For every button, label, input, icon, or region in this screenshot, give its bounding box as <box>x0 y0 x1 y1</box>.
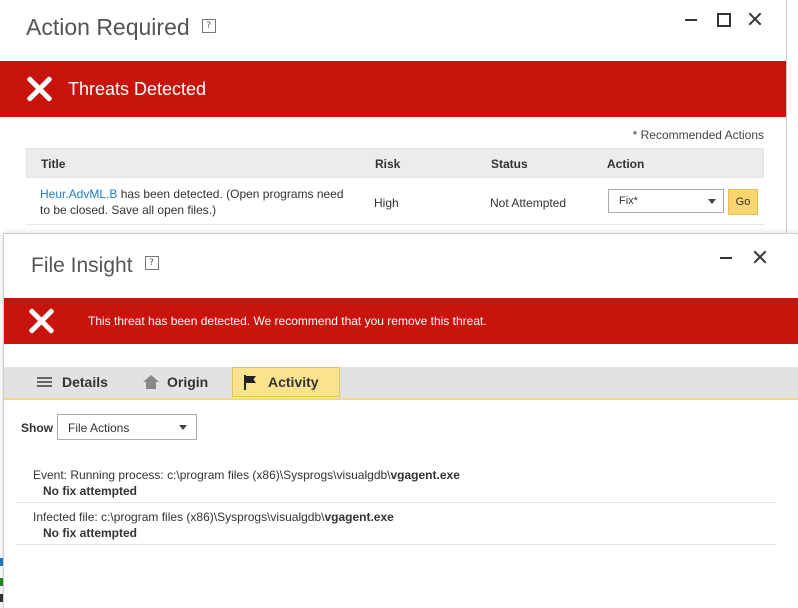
show-select-value: File Actions <box>68 421 130 435</box>
file-insight-window: File Insight? This threat has been detec… <box>3 233 798 608</box>
window-controls <box>682 10 764 28</box>
event-description: Event: Running process: c:\program files… <box>33 468 460 482</box>
list-item: Infected file: c:\program files (x86)\Sy… <box>16 510 776 545</box>
event-file: vgagent.exe <box>324 510 394 524</box>
list-lines-icon <box>37 377 52 388</box>
close-icon[interactable] <box>751 248 769 266</box>
event-result: No fix attempted <box>43 526 138 540</box>
recommended-actions-note: * Recommended Actions <box>632 128 764 142</box>
risk-value: High <box>374 196 399 210</box>
tab-bar: Details Origin Activity <box>4 367 798 400</box>
tab-label: Origin <box>167 374 209 390</box>
threat-table: Title Risk Status Action Heur.AdvML.B ha… <box>26 148 764 225</box>
close-icon[interactable] <box>746 10 764 28</box>
go-button[interactable]: Go <box>728 189 758 215</box>
desktop: Action Required? Threats Detected * Reco… <box>0 0 798 608</box>
banner-title: Threats Detected <box>68 79 207 99</box>
table-row: Heur.AdvML.B has been detected. (Open pr… <box>26 178 764 225</box>
event-description: Infected file: c:\program files (x86)\Sy… <box>33 510 394 524</box>
column-action: Action <box>607 157 645 171</box>
home-icon <box>143 375 159 389</box>
window-controls <box>717 248 769 266</box>
event-file: vgagent.exe <box>390 468 460 482</box>
table-header: Title Risk Status Action <box>26 148 764 178</box>
threat-x-icon <box>26 76 52 102</box>
help-icon[interactable]: ? <box>201 18 216 33</box>
window-title: Action Required? <box>26 14 216 41</box>
window-title: File Insight? <box>31 254 159 278</box>
banner-message: This threat has been detected. We recomm… <box>88 314 487 328</box>
chevron-down-icon <box>179 425 187 430</box>
chevron-down-icon <box>708 199 716 204</box>
action-select[interactable]: Fix* <box>608 189 724 213</box>
column-risk: Risk <box>375 157 401 171</box>
tab-origin[interactable]: Origin <box>132 367 232 397</box>
status-value: Not Attempted <box>490 196 567 210</box>
threat-title-cell: Heur.AdvML.B has been detected. (Open pr… <box>40 186 350 218</box>
threat-alert-banner: This threat has been detected. We recomm… <box>4 298 798 344</box>
flag-icon <box>244 375 258 390</box>
tab-details[interactable]: Details <box>24 367 132 397</box>
minimize-icon[interactable] <box>682 10 700 28</box>
minimize-icon[interactable] <box>717 248 735 266</box>
tab-label: Details <box>62 374 108 390</box>
window-title-text: File Insight <box>31 254 133 277</box>
tab-activity[interactable]: Activity <box>232 367 340 397</box>
event-path: Infected file: c:\program files (x86)\Sy… <box>33 510 325 524</box>
show-select[interactable]: File Actions <box>57 414 197 440</box>
column-status: Status <box>491 157 528 171</box>
threat-name-link[interactable]: Heur.AdvML.B <box>40 187 117 201</box>
threats-banner: Threats Detected <box>0 61 786 117</box>
window-title-text: Action Required <box>26 14 190 40</box>
action-select-value: Fix* <box>619 195 638 207</box>
event-path: Event: Running process: c:\program files… <box>33 468 391 482</box>
threat-x-icon <box>28 308 54 334</box>
maximize-icon[interactable] <box>714 10 732 28</box>
tab-label: Activity <box>268 374 319 390</box>
column-title: Title <box>41 157 66 171</box>
list-item: Event: Running process: c:\program files… <box>16 468 776 503</box>
event-result: No fix attempted <box>43 484 138 498</box>
show-label: Show <box>21 421 53 435</box>
help-icon[interactable]: ? <box>144 256 159 271</box>
